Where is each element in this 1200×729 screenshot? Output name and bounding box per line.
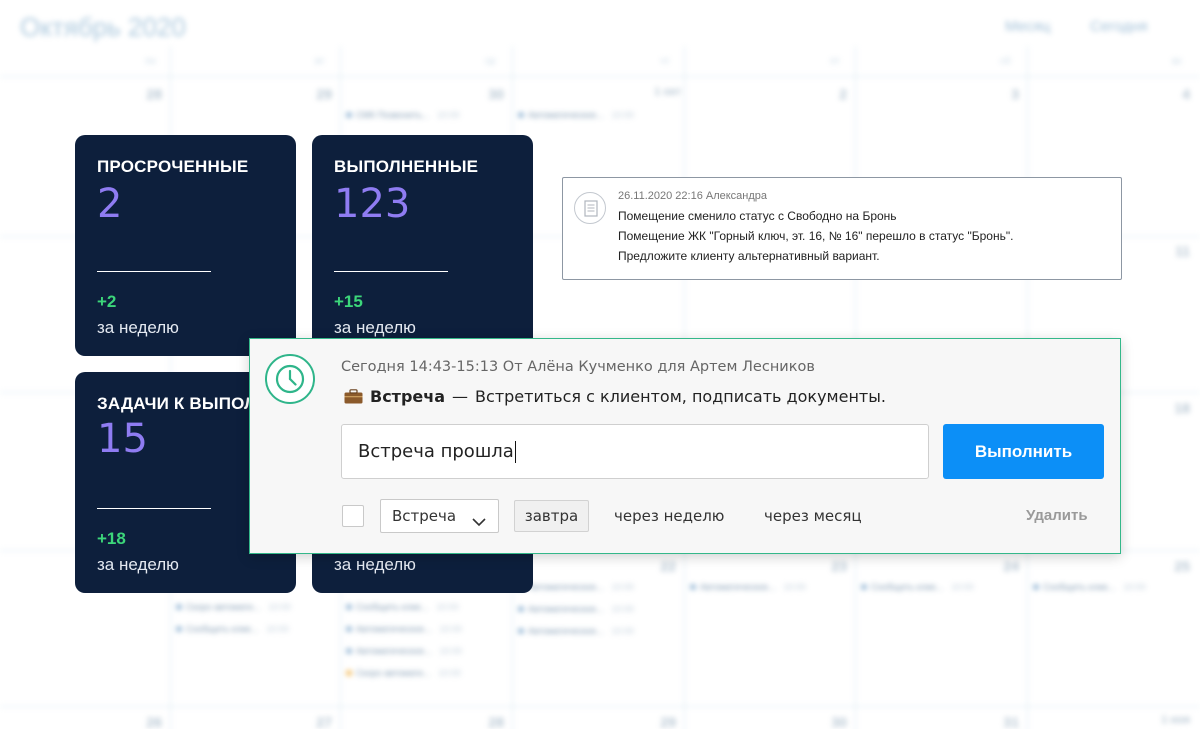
view-select[interactable]: Месяц [1005, 18, 1050, 35]
notification-line: Помещение ЖК "Горный ключ, эт. 16, № 16"… [618, 229, 1014, 243]
card-period: за неделю [97, 555, 179, 574]
day-number[interactable]: 27 [292, 714, 332, 729]
card-period: за неделю [334, 555, 416, 574]
notification-meta: 26.11.2020 22:16 Александра [618, 190, 768, 202]
complete-button[interactable]: Выполнить [943, 424, 1104, 479]
day-number[interactable]: 18 [1150, 400, 1190, 416]
weekday-label: пн [145, 56, 156, 67]
divider [97, 508, 211, 509]
task-meta: Сегодня 14:43-15:13 От Алёна Кучменко дл… [341, 359, 815, 375]
weekday-label: сб [1000, 56, 1011, 67]
day-number[interactable]: 28 [122, 86, 162, 102]
task-text: Встретиться с клиентом, подписать докуме… [475, 387, 886, 406]
task-type: Встреча [370, 387, 446, 406]
today-button[interactable]: Сегодня [1090, 18, 1148, 35]
next-type-select[interactable]: Встреча [380, 499, 499, 533]
chevron-down-icon [472, 507, 486, 527]
calendar-event[interactable]: Сообщить клие... 10:00 [346, 602, 459, 612]
day-number[interactable]: 3 [979, 86, 1019, 102]
task-popup: Сегодня 14:43-15:13 От Алёна Кучменко дл… [249, 338, 1121, 554]
grid-line [0, 706, 1200, 707]
card-value: 123 [334, 181, 411, 227]
text-caret [514, 441, 516, 463]
card-title: ВЫПОЛНЕННЫЕ [334, 157, 479, 176]
calendar-event[interactable]: Автоматическое... 10:00 [346, 624, 462, 634]
card-value: 15 [97, 416, 148, 462]
notification-line: Помещение сменило статус с Свободно на Б… [618, 209, 897, 223]
day-number[interactable]: 1 ноя [1150, 714, 1190, 726]
briefcase-icon [344, 389, 363, 404]
calendar-event[interactable]: Сообщить клие... 10:00 [176, 624, 289, 634]
weekday-label: вт [315, 56, 325, 67]
document-icon [574, 192, 606, 224]
card-value: 2 [97, 181, 123, 227]
calendar-event[interactable]: Автоматическое... 10:00 [518, 604, 634, 614]
calendar-event[interactable]: Автоматическое... 10:00 [518, 582, 634, 592]
divider [334, 271, 448, 272]
calendar-event[interactable]: Автоматическое... 10:00 [518, 110, 634, 120]
day-number[interactable]: 31 [979, 714, 1019, 729]
followup-checkbox[interactable] [342, 505, 364, 527]
day-number[interactable]: 24 [979, 558, 1019, 574]
notification-line: Предложите клиенту альтернативный вариан… [618, 249, 880, 263]
day-number[interactable]: 4 [1150, 86, 1190, 102]
notification-box[interactable]: 26.11.2020 22:16 Александра Помещение см… [562, 177, 1122, 280]
divider [97, 271, 211, 272]
tomorrow-button[interactable]: завтра [514, 500, 589, 532]
day-number[interactable]: 23 [807, 558, 847, 574]
calendar-event[interactable]: Автоматическое... 10:00 [346, 646, 462, 656]
result-input[interactable]: Встреча прошла [341, 424, 929, 479]
delete-button[interactable]: Удалить [1026, 507, 1088, 524]
calendar-event[interactable]: СМК Позвонить... 10:00 [346, 110, 460, 120]
completed-card[interactable]: ВЫПОЛНЕННЫЕ 123 +15 за неделю [312, 135, 533, 356]
calendar-event[interactable]: Сообщить клие... 10:00 [861, 582, 974, 592]
day-number[interactable]: 28 [464, 714, 504, 729]
card-delta: +18 [97, 529, 126, 548]
weekday-label: чт [660, 56, 670, 67]
calendar-event[interactable]: Автоматическое... 10:00 [690, 582, 806, 592]
calendar-event[interactable]: Сообщить клие... 10:00 [1033, 582, 1146, 592]
day-number[interactable]: 1 окт [636, 86, 681, 98]
weekday-label: вс [1172, 56, 1183, 67]
card-delta: +15 [334, 292, 363, 311]
day-number[interactable]: 29 [636, 714, 676, 729]
card-period: за неделю [334, 318, 416, 337]
day-number[interactable]: 30 [464, 86, 504, 102]
card-period: за неделю [97, 318, 179, 337]
grid-line [0, 76, 1200, 77]
day-number[interactable]: 30 [807, 714, 847, 729]
overdue-card[interactable]: ПРОСРОЧЕННЫЕ 2 +2 за неделю [75, 135, 296, 356]
in-a-week-button[interactable]: через неделю [614, 507, 724, 525]
day-number[interactable]: 22 [636, 558, 676, 574]
day-number[interactable]: 2 [807, 86, 847, 102]
weekday-label: пт [830, 56, 840, 67]
weekday-label: ср [485, 56, 496, 67]
in-a-month-button[interactable]: через месяц [764, 507, 862, 525]
card-delta: +2 [97, 292, 117, 311]
task-description: Встреча — Встретиться с клиентом, подпис… [344, 387, 886, 406]
day-number[interactable]: 25 [1150, 558, 1190, 574]
calendar-event[interactable]: Скоро автомати... 10:00 [176, 602, 291, 612]
day-number[interactable]: 11 [1150, 243, 1190, 259]
calendar-event[interactable]: Автоматическое... 10:00 [518, 626, 634, 636]
card-title: ПРОСРОЧЕННЫЕ [97, 157, 249, 176]
clock-icon [265, 354, 315, 404]
day-number[interactable]: 26 [122, 714, 162, 729]
calendar-event[interactable]: Скоро автомати... 10:00 [346, 668, 461, 678]
day-number[interactable]: 29 [292, 86, 332, 102]
calendar-title: Октябрь 2020 [20, 12, 186, 42]
separator: — [452, 387, 469, 406]
